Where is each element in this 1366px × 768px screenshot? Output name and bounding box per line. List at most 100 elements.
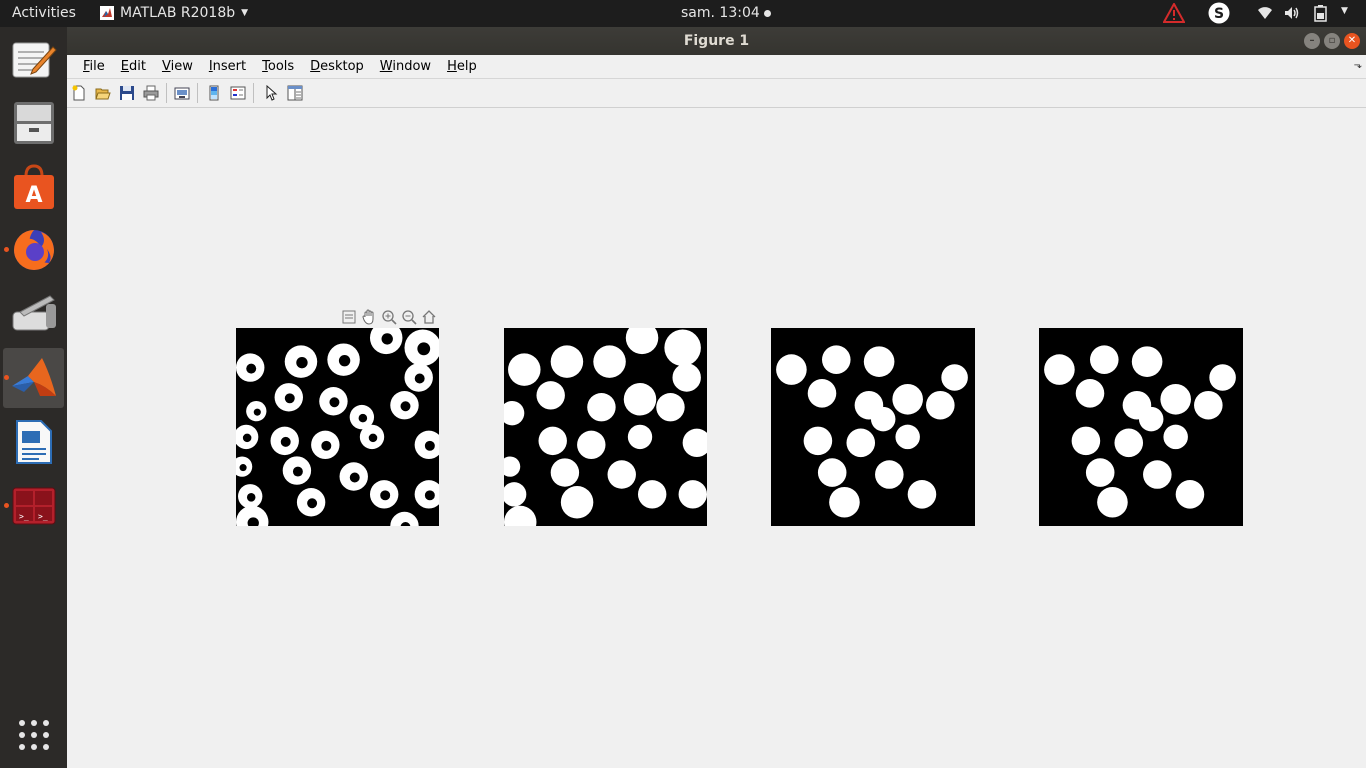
volume-icon[interactable] <box>1284 6 1300 20</box>
menu-help[interactable]: Help <box>439 59 485 74</box>
toolbar-separator <box>166 83 167 103</box>
open-icon <box>95 88 111 100</box>
blob-hole <box>400 401 411 412</box>
menu-file[interactable]: File <box>75 59 113 74</box>
skype-icon[interactable]: S <box>1208 2 1230 24</box>
menu-insert[interactable]: Insert <box>201 59 254 74</box>
activities-button[interactable]: Activities <box>12 5 76 21</box>
blob-hole <box>414 373 425 384</box>
dock-item-text-editor[interactable] <box>3 29 64 89</box>
blob <box>1071 426 1101 456</box>
blob-hole <box>296 356 308 369</box>
open-button[interactable] <box>94 84 112 102</box>
restore-view-icon <box>422 310 436 324</box>
window-title: Figure 1 <box>683 33 750 49</box>
figure-canvas[interactable] <box>67 108 1366 768</box>
blob <box>593 345 626 378</box>
blob-hole <box>239 464 247 472</box>
clock[interactable]: sam. 13:04 <box>681 5 771 21</box>
blob <box>1143 460 1172 489</box>
link-plot-button[interactable] <box>173 84 191 102</box>
insert-colorbar-button[interactable] <box>205 84 223 102</box>
blob <box>536 381 565 410</box>
dock-item-scanner[interactable] <box>3 284 64 344</box>
blob <box>1075 379 1105 408</box>
maximize-button[interactable]: ▫ <box>1324 33 1340 49</box>
dock-item-software-center[interactable]: A <box>3 157 64 217</box>
pan-button[interactable] <box>360 308 378 326</box>
blob <box>1209 364 1236 391</box>
dock-item-firefox[interactable] <box>3 220 64 280</box>
menu-mnemonic: W <box>379 59 393 74</box>
blob <box>1194 390 1223 420</box>
data-tips-icon <box>342 310 356 324</box>
axes-4[interactable] <box>1039 328 1243 526</box>
menu-edit[interactable]: Edit <box>113 59 154 74</box>
new-figure-icon <box>72 85 85 101</box>
matlab-icon <box>100 6 114 20</box>
dock: A >_ >_ <box>0 27 67 768</box>
data-tips-button[interactable] <box>340 308 358 326</box>
show-applications-button[interactable] <box>3 705 64 765</box>
menu-view[interactable]: View <box>154 59 201 74</box>
insert-legend-button[interactable] <box>229 84 247 102</box>
blob <box>1097 486 1128 518</box>
blob-hole <box>424 440 435 451</box>
zoom-in-button[interactable] <box>380 308 398 326</box>
system-menu-icon[interactable]: ▼ <box>1341 6 1348 16</box>
window-titlebar[interactable]: Figure 1 – ▫ ✕ <box>67 27 1366 55</box>
blob <box>587 392 616 422</box>
menu-window[interactable]: Window <box>372 59 439 74</box>
colorbar-icon <box>209 85 219 101</box>
dock-item-files[interactable] <box>3 93 64 153</box>
blob-hole <box>307 498 318 509</box>
blob-hole <box>380 490 391 501</box>
blob <box>817 458 847 487</box>
axes-1[interactable] <box>236 328 439 526</box>
close-button[interactable]: ✕ <box>1344 33 1360 49</box>
terminal-icon: >_ >_ <box>12 487 55 525</box>
battery-icon[interactable] <box>1314 5 1328 22</box>
blob <box>875 460 904 489</box>
wifi-icon[interactable] <box>1257 6 1273 20</box>
blob-hole <box>381 333 393 345</box>
svg-text:>_: >_ <box>38 512 48 521</box>
axes-2[interactable] <box>504 328 707 526</box>
zoom-out-button[interactable] <box>400 308 418 326</box>
blob <box>1044 354 1075 385</box>
save-button[interactable] <box>118 84 136 102</box>
blob <box>672 363 701 392</box>
blob <box>907 480 937 509</box>
restore-view-button[interactable] <box>420 308 438 326</box>
blob <box>508 353 541 386</box>
print-icon <box>143 85 159 101</box>
blob <box>1090 345 1119 374</box>
dock-item-matlab[interactable] <box>3 348 64 408</box>
print-button[interactable] <box>142 84 160 102</box>
legend-icon <box>230 86 246 100</box>
blob-hole <box>329 397 340 408</box>
blob <box>803 426 833 456</box>
dock-item-writer[interactable] <box>3 412 64 472</box>
blob <box>656 392 685 422</box>
axes-3[interactable] <box>771 328 975 526</box>
minimize-button[interactable]: – <box>1304 33 1320 49</box>
dock-item-terminal[interactable]: >_ >_ <box>3 476 64 536</box>
menu-label: nsert <box>212 59 247 74</box>
zoom-out-icon <box>402 310 417 325</box>
blob <box>1138 406 1164 432</box>
app-menu[interactable]: MATLAB R2018b ▼ <box>100 5 248 21</box>
menu-tools[interactable]: Tools <box>254 59 302 74</box>
dock-figure-icon[interactable]: ⬎ <box>1354 60 1362 71</box>
blob-hole <box>292 466 303 477</box>
new-figure-button[interactable] <box>70 84 88 102</box>
property-inspector-button[interactable] <box>286 84 304 102</box>
blob-hole <box>349 472 360 483</box>
menu-desktop[interactable]: Desktop <box>302 59 372 74</box>
shopping-bag-icon: A <box>13 164 54 209</box>
edit-plot-button[interactable] <box>262 84 280 102</box>
save-icon <box>120 86 134 100</box>
toolbar-separator <box>197 83 198 103</box>
warning-icon[interactable] <box>1163 3 1185 23</box>
svg-text:>_: >_ <box>19 512 29 521</box>
